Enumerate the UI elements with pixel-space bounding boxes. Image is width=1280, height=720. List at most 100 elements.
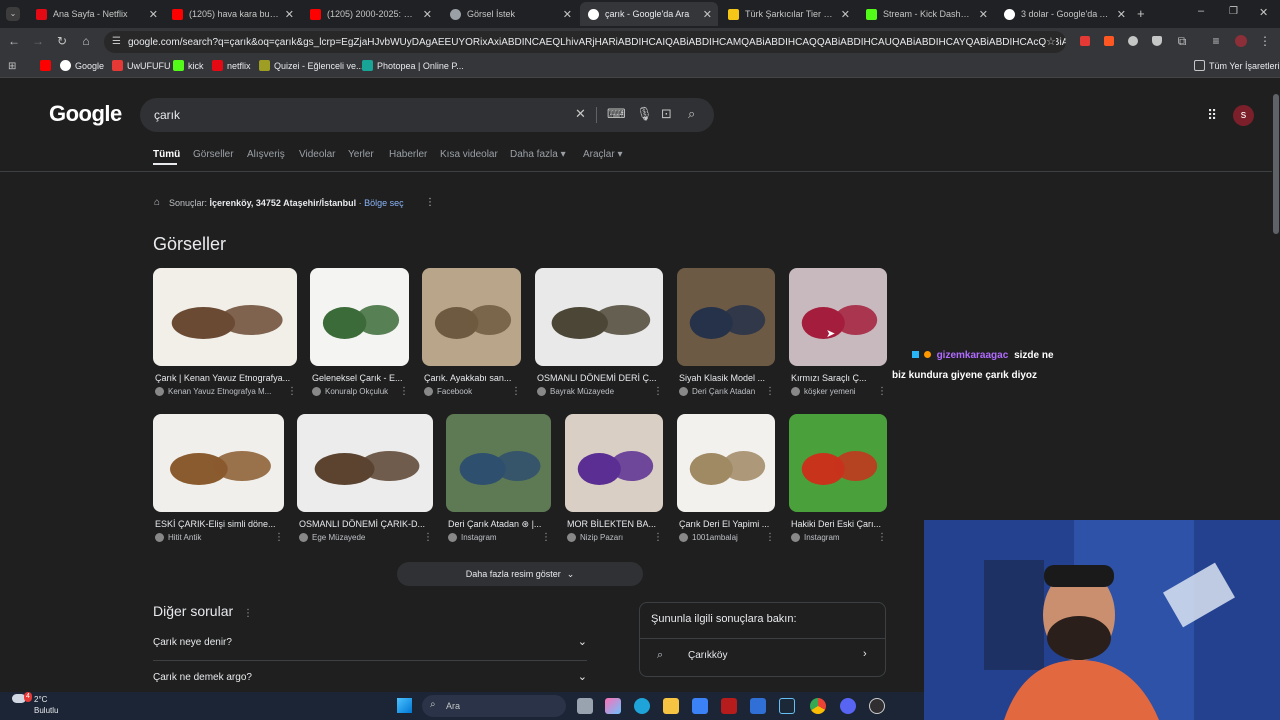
shield-icon[interactable] xyxy=(1152,36,1162,46)
tab-tier-list[interactable]: Türk Şarkıcılar Tier List (C ✕ xyxy=(720,2,856,26)
bookmark-netflix[interactable]: netflix xyxy=(212,60,251,71)
more-options-icon[interactable]: ⋮ xyxy=(511,386,521,397)
microphone-icon[interactable]: 🎙 xyxy=(636,107,653,121)
search-input[interactable]: çarık xyxy=(140,98,714,132)
image-source[interactable]: Kenan Yavuz Etnografya M... xyxy=(155,387,281,396)
lens-icon[interactable]: ⊡ xyxy=(661,107,672,121)
image-result-thumbnail[interactable] xyxy=(535,268,663,366)
profile-avatar[interactable] xyxy=(1235,35,1247,47)
close-tab-icon[interactable]: ✕ xyxy=(423,8,432,21)
more-options-icon[interactable]: ⋮ xyxy=(877,386,887,397)
image-source[interactable]: Nizip Pazarı xyxy=(567,533,647,542)
media-icon[interactable]: ≡ xyxy=(1210,35,1222,47)
tab-gorsel-istek[interactable]: Görsel İstek ✕ xyxy=(442,2,578,26)
image-caption[interactable]: Siyah Klasik Model ... xyxy=(679,373,771,383)
tab-news[interactable]: Haberler xyxy=(389,149,427,160)
image-result-thumbnail[interactable] xyxy=(677,268,775,366)
image-source[interactable]: Ege Müzayede xyxy=(299,533,417,542)
bookmark-kick[interactable]: kick xyxy=(173,60,204,71)
more-images-button[interactable]: Daha fazla resim göster ⌄ xyxy=(397,562,643,586)
image-source[interactable]: Instagram xyxy=(791,533,871,542)
windows-start-icon[interactable] xyxy=(397,698,412,713)
minimize-icon[interactable]: – xyxy=(1198,5,1204,17)
more-options-icon[interactable]: ⋮ xyxy=(287,386,297,397)
image-result-thumbnail[interactable] xyxy=(297,414,433,512)
tab-short-videos[interactable]: Kısa videolar xyxy=(440,149,498,160)
tab-youtube-1[interactable]: (1205) hava kara bulutlu y ✕ xyxy=(164,2,300,26)
close-tab-icon[interactable]: ✕ xyxy=(841,8,850,21)
image-source[interactable]: Facebook xyxy=(424,387,505,396)
tab-images[interactable]: Görseller xyxy=(193,149,234,160)
faq-item[interactable]: Çarık neye denir? ⌄ xyxy=(153,636,587,648)
store-icon[interactable] xyxy=(692,698,708,714)
tab-netflix[interactable]: Ana Sayfa - Netflix ✕ xyxy=(28,2,164,26)
tab-tools[interactable]: Araçlar ▾ xyxy=(583,149,622,160)
image-result-thumbnail[interactable] xyxy=(565,414,663,512)
image-caption[interactable]: Çarık | Kenan Yavuz Etnografya... xyxy=(155,373,293,383)
edge-icon[interactable] xyxy=(634,698,650,714)
taskbar-search-input[interactable]: ⌕ Ara xyxy=(422,695,566,717)
google-logo[interactable]: Google xyxy=(49,101,122,127)
faq-item[interactable]: Çarık ne demek argo? ⌄ xyxy=(153,671,587,683)
close-tab-icon[interactable]: ✕ xyxy=(149,8,158,21)
bookmark-google[interactable]: Google xyxy=(60,60,104,71)
steam-icon[interactable] xyxy=(779,698,795,714)
image-result-thumbnail[interactable] xyxy=(677,414,775,512)
close-tab-icon[interactable]: ✕ xyxy=(285,8,294,21)
bookmark-uwufufu[interactable]: UwUFUFU xyxy=(112,60,171,71)
home-icon[interactable]: ⌂ xyxy=(80,35,92,47)
image-caption[interactable]: Hakiki Deri Eski Çarı... xyxy=(791,519,883,529)
copilot-icon[interactable] xyxy=(605,698,621,714)
obs-icon[interactable] xyxy=(869,698,885,714)
image-source[interactable]: Deri Çarık Atadan xyxy=(679,387,759,396)
close-tab-icon[interactable]: ✕ xyxy=(1117,8,1126,21)
keyboard-icon[interactable]: ⌨ xyxy=(607,107,626,121)
image-result-thumbnail[interactable] xyxy=(789,414,887,512)
more-options-icon[interactable]: ⋮ xyxy=(877,532,887,543)
tab-videos[interactable]: Videolar xyxy=(299,149,336,160)
image-source[interactable]: köşker yemeni xyxy=(791,387,871,396)
extension-icon[interactable] xyxy=(1128,36,1138,46)
image-caption[interactable]: OSMANLI DÖNEMİ ÇARIK-D... xyxy=(299,519,429,529)
search-icon[interactable]: ⌕ xyxy=(688,107,695,121)
more-options-icon[interactable]: ⋮ xyxy=(243,608,253,619)
clear-icon[interactable]: ✕ xyxy=(575,107,586,121)
image-source[interactable]: Instagram xyxy=(448,533,535,542)
tab-all[interactable]: Tümü xyxy=(153,149,180,160)
image-result-thumbnail[interactable] xyxy=(153,268,297,366)
close-tab-icon[interactable]: ✕ xyxy=(703,8,712,21)
apps-grid-icon[interactable]: ⊞ xyxy=(8,61,16,72)
reload-icon[interactable]: ↻ xyxy=(56,35,68,47)
image-caption[interactable]: OSMANLI DÖNEMİ DERİ Ç... xyxy=(537,373,659,383)
extension-icon[interactable] xyxy=(1080,36,1090,46)
tab-search-icon[interactable]: ⌄ xyxy=(6,7,20,21)
image-caption[interactable]: Çarık Deri El Yapimi ... xyxy=(679,519,771,529)
image-caption[interactable]: ESKİ ÇARIK-Elişi simli döne... xyxy=(155,519,280,529)
tab-shopping[interactable]: Alışveriş xyxy=(247,149,285,160)
image-result-thumbnail[interactable] xyxy=(310,268,409,366)
image-result-thumbnail[interactable] xyxy=(153,414,284,512)
more-options-icon[interactable]: ⋮ xyxy=(274,532,284,543)
close-window-icon[interactable]: ✕ xyxy=(1259,6,1268,19)
image-caption[interactable]: Deri Çarık Atadan ⊛ |... xyxy=(448,519,547,530)
extension-icon[interactable] xyxy=(1104,36,1114,46)
image-caption[interactable]: Çarık. Ayakkabı san... xyxy=(424,373,517,383)
image-source[interactable]: Konuralp Okçuluk xyxy=(312,387,393,396)
image-source[interactable]: Hitit Antik xyxy=(155,533,268,542)
tab-carik-search[interactable]: çarık - Google'da Ara ✕ xyxy=(580,2,718,26)
bookmark-photopea[interactable]: Photopea | Online P... xyxy=(362,60,464,71)
tab-3-dolar[interactable]: 3 dolar - Google'da Ara ✕ xyxy=(996,2,1132,26)
app-icon[interactable] xyxy=(721,698,737,714)
tab-places[interactable]: Yerler xyxy=(348,149,374,160)
more-options-icon[interactable]: ⋮ xyxy=(765,386,775,397)
tab-kick-dashboard[interactable]: Stream - Kick Dashboard ✕ xyxy=(858,2,994,26)
all-bookmarks-folder[interactable]: Tüm Yer İşaretleri xyxy=(1194,60,1280,71)
image-source[interactable]: 1001ambalaj xyxy=(679,533,759,542)
tab-youtube-2[interactable]: (1205) 2000-2025: Her Yıl ✕ xyxy=(302,2,438,26)
image-caption[interactable]: MOR BİLEKTEN BA... xyxy=(567,519,659,529)
address-bar[interactable]: ☰ google.com/search?q=çarık&oq=çarık&gs_… xyxy=(104,31,1066,53)
image-result-thumbnail[interactable] xyxy=(446,414,551,512)
chrome-icon[interactable] xyxy=(810,698,826,714)
back-icon[interactable]: ← xyxy=(8,35,20,47)
more-options-icon[interactable]: ⋮ xyxy=(765,532,775,543)
